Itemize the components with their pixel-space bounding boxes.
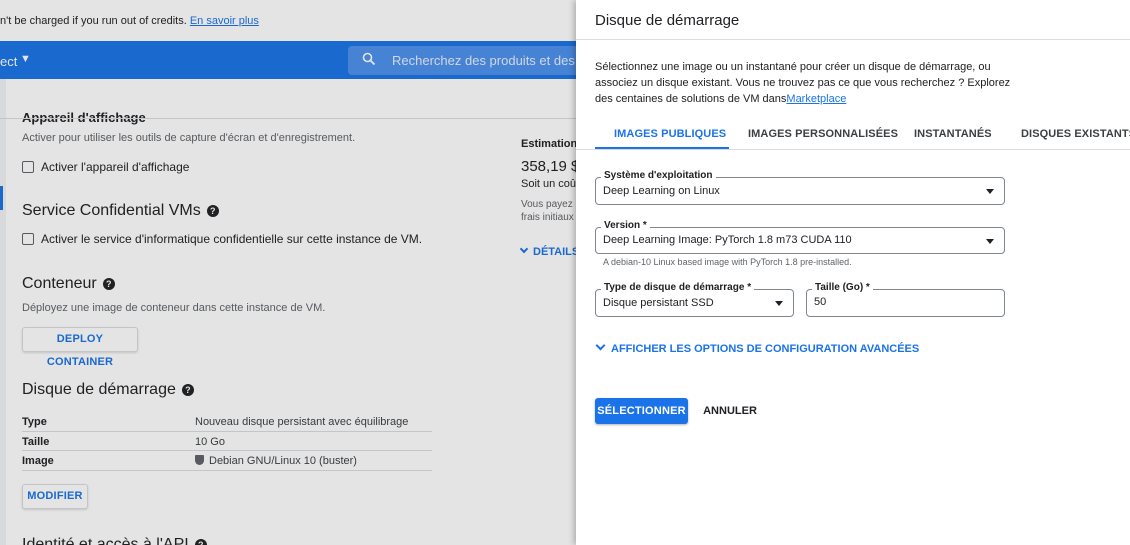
tab-existing-disks[interactable]: DISQUES EXISTANTS xyxy=(1021,128,1130,140)
source-tabs: IMAGES PUBLIQUES IMAGES PERSONNALISÉES I… xyxy=(576,118,1130,150)
version-value: Deep Learning Image: PyTorch 1.8 m73 CUD… xyxy=(603,234,852,246)
caret-down-icon xyxy=(986,239,994,244)
boot-disk-panel: Disque de démarrage Sélectionnez une ima… xyxy=(576,0,1130,545)
marketplace-link[interactable]: Marketplace xyxy=(786,93,846,105)
os-select[interactable]: Système d'exploitation Deep Learning on … xyxy=(595,170,1005,205)
advanced-options-label: AFFICHER LES OPTIONS DE CONFIGURATION AV… xyxy=(611,343,920,355)
tab-snapshots[interactable]: INSTANTANÉS xyxy=(914,128,992,140)
caret-down-icon xyxy=(986,189,994,194)
caret-down-icon xyxy=(775,301,783,306)
select-button[interactable]: SÉLECTIONNER xyxy=(595,398,688,424)
disk-type-select[interactable]: Type de disque de démarrage * Disque per… xyxy=(595,282,794,317)
size-input[interactable] xyxy=(814,296,984,308)
tab-custom-images[interactable]: IMAGES PERSONNALISÉES xyxy=(748,128,898,140)
disk-type-label: Type de disque de démarrage * xyxy=(601,282,755,293)
version-hint: A debian-10 Linux based image with PyTor… xyxy=(603,257,852,267)
panel-description: Sélectionnez une image ou un instantané … xyxy=(595,59,1015,107)
size-field[interactable]: Taille (Go) * xyxy=(806,282,1005,317)
cancel-button[interactable]: ANNULER xyxy=(699,398,761,424)
tab-public-images[interactable]: IMAGES PUBLIQUES xyxy=(614,128,726,140)
version-select[interactable]: Version * Deep Learning Image: PyTorch 1… xyxy=(595,220,1005,254)
scrim-overlay[interactable] xyxy=(0,0,576,545)
chevron-down-icon xyxy=(595,340,606,351)
disk-type-value: Disque persistant SSD xyxy=(603,297,714,309)
os-label: Système d'exploitation xyxy=(601,170,716,181)
size-label: Taille (Go) * xyxy=(812,282,873,293)
advanced-options-toggle[interactable]: AFFICHER LES OPTIONS DE CONFIGURATION AV… xyxy=(595,340,920,355)
panel-title: Disque de démarrage xyxy=(595,12,740,29)
panel-title-divider xyxy=(576,39,1130,40)
active-tab-indicator xyxy=(595,147,729,149)
version-label: Version * xyxy=(601,220,650,231)
os-value: Deep Learning on Linux xyxy=(603,185,720,197)
